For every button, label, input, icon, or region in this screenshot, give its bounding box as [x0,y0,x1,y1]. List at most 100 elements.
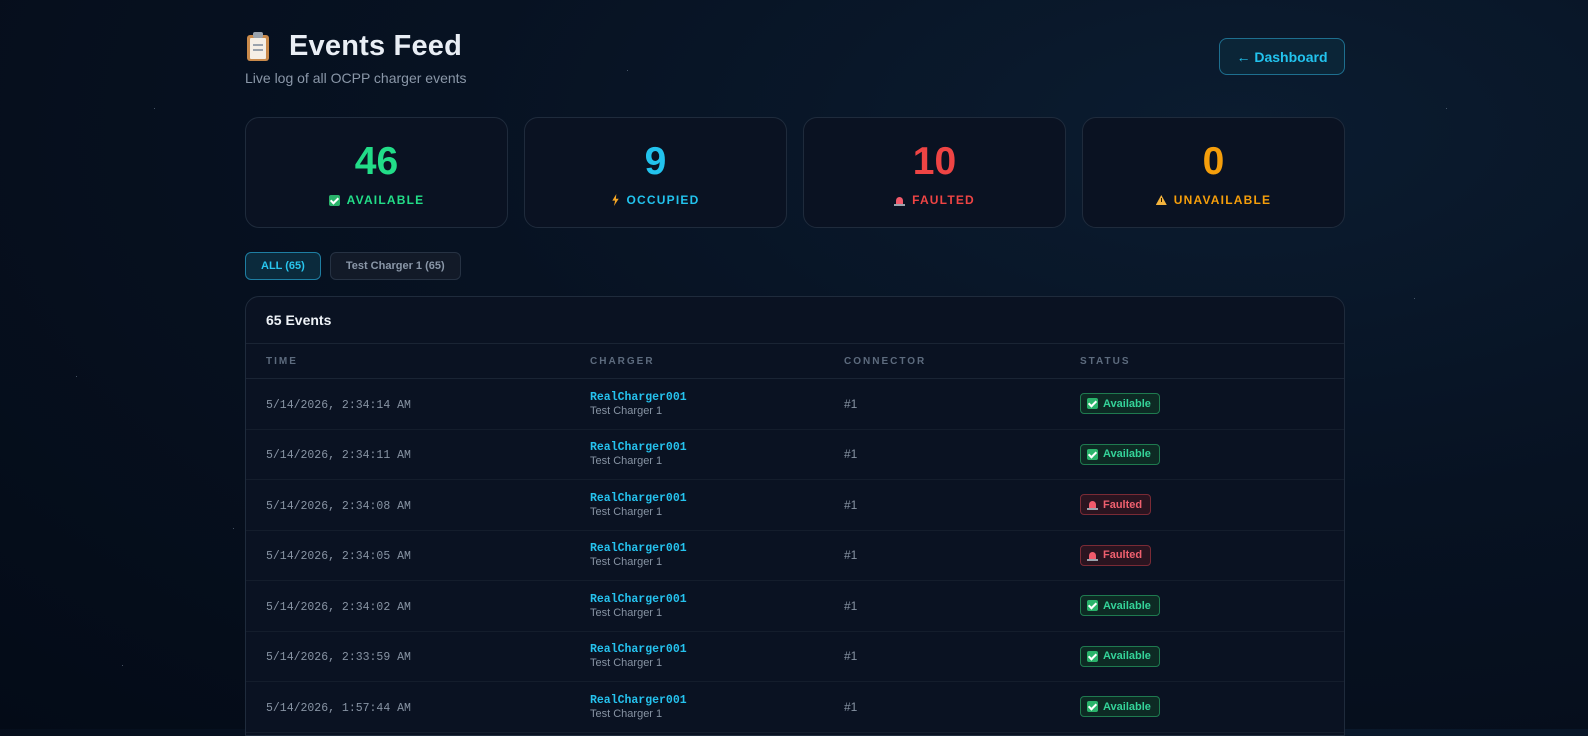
connector-text: #1 [844,497,858,512]
charger-id-link[interactable]: RealCharger001 [590,694,844,707]
title-row: Events Feed [245,30,462,63]
event-time-text: 5/14/2026, 2:34:08 AM [266,499,411,513]
background-star [122,665,123,666]
event-time: 5/14/2026, 1:57:44 AM [246,698,590,716]
siren-icon [1087,550,1098,561]
event-connector: #1 [844,546,1080,564]
background-star [1414,298,1415,299]
stat-card-faulted: 10 FAULTED [803,117,1066,228]
table-row: 5/14/2026, 2:34:14 AM RealCharger001 Test … [246,379,1344,430]
page-title: Events Feed [289,30,463,62]
column-header-connector: CONNECTOR [844,355,927,367]
charger-id-link[interactable]: RealCharger001 [590,643,844,656]
event-connector: #1 [844,395,1080,413]
status-badge: Faulted [1080,544,1152,566]
event-status: Available [1080,645,1344,667]
event-time-text: 5/14/2026, 2:34:02 AM [266,600,411,614]
charger-id-link[interactable]: RealCharger001 [590,542,844,555]
events-page: Events Feed Live log of all OCPP charger… [245,0,1345,736]
filter-tab-all[interactable]: ALL (65) [245,252,321,280]
events-count-title: 65 Events [246,297,1344,344]
stat-card-unavailable: 0 UNAVAILABLE [1082,117,1345,228]
stat-label: AVAILABLE [346,193,425,207]
bolt-icon [612,194,619,206]
table-header: TIME CHARGER CONNECTOR STATUS [246,344,1344,379]
column-header-charger: CHARGER [590,355,655,367]
charger-name: Test Charger 1 [590,657,663,670]
table-row: 5/14/2026, 2:34:08 AM RealCharger001 Test … [246,480,1344,531]
charger-name: Test Charger 1 [590,707,663,720]
stat-value: 9 [644,140,667,183]
stat-label-row: AVAILABLE [328,193,425,207]
event-status: Available [1080,443,1344,465]
filter-tab-test-charger-1[interactable]: Test Charger 1 (65) [329,252,461,280]
status-text: Faulted [1103,498,1143,511]
event-charger: RealCharger001 Test Charger 1 [590,441,844,467]
stat-label-row: UNAVAILABLE [1155,193,1272,207]
status-badge: Available [1080,595,1160,617]
clipboard-icon [245,31,271,62]
event-charger: RealCharger001 Test Charger 1 [590,391,844,417]
check-icon [1087,701,1098,713]
background-star [1446,108,1447,109]
table-row: 5/14/2026, 2:34:11 AM RealCharger001 Test … [246,430,1344,480]
event-time-text: 5/14/2026, 2:34:14 AM [266,398,411,412]
event-time: 5/14/2026, 2:33:59 AM [246,647,590,665]
check-icon [328,194,340,206]
charger-id-link[interactable]: RealCharger001 [590,441,844,454]
event-connector: #1 [844,445,1080,463]
check-icon [1087,398,1098,410]
charger-name: Test Charger 1 [590,606,663,619]
status-text: Available [1103,599,1151,612]
event-status: Available [1080,595,1344,617]
charger-id-link[interactable]: RealCharger001 [590,593,844,606]
stat-label-row: OCCUPIED [612,193,700,207]
event-time: 5/14/2026, 2:34:05 AM [246,546,590,564]
status-badge: Available [1080,645,1160,667]
siren-icon [1087,499,1098,511]
connector-text: #1 [844,598,858,613]
background-star [154,108,155,109]
stat-label: OCCUPIED [626,193,700,207]
event-connector: #1 [844,698,1080,716]
event-time: 5/14/2026, 2:34:02 AM [246,597,590,615]
event-time: 5/14/2026, 2:34:08 AM [246,496,590,514]
check-icon [1087,600,1098,612]
filter-tabs: ALL (65) Test Charger 1 (65) [245,252,1345,280]
background-star [233,528,234,529]
event-time-text: 5/14/2026, 2:33:59 AM [266,651,411,665]
page-header: Events Feed Live log of all OCPP charger… [245,0,1345,117]
stat-value: 10 [912,140,957,183]
charger-id-link[interactable]: RealCharger001 [590,492,844,505]
event-time-text: 5/14/2026, 2:34:05 AM [266,550,411,564]
charger-name: Test Charger 1 [590,404,663,417]
warning-icon [1155,195,1167,205]
dashboard-button[interactable]: ← Dashboard [1219,38,1345,75]
stat-label: UNAVAILABLE [1173,193,1272,207]
stat-card-occupied: 9 OCCUPIED [524,117,787,228]
event-charger: RealCharger001 Test Charger 1 [590,694,844,720]
page-subtitle: Live log of all OCPP charger events [245,70,467,86]
connector-text: #1 [844,649,858,664]
event-charger: RealCharger001 Test Charger 1 [590,492,844,518]
charger-name: Test Charger 1 [590,505,663,518]
connector-text: #1 [844,447,858,462]
event-connector: #1 [844,647,1080,665]
check-icon [1087,448,1098,460]
siren-icon [894,195,906,206]
status-badge: Available [1080,696,1160,718]
stat-label-row: FAULTED [894,193,975,207]
table-row: 5/14/2026, 1:57:44 AM RealCharger001 Test … [246,682,1344,733]
connector-text: #1 [844,699,858,714]
event-status: Available [1080,696,1344,718]
stat-value: 0 [1202,140,1225,183]
column-header-status: STATUS [1080,355,1131,367]
status-badge: Available [1080,443,1160,465]
status-text: Faulted [1103,549,1143,562]
event-time: 5/14/2026, 2:34:11 AM [246,445,590,463]
stat-card-available: 46 AVAILABLE [245,117,508,228]
events-table-panel: 65 Events TIME CHARGER CONNECTOR STATUS … [245,296,1345,736]
charger-id-link[interactable]: RealCharger001 [590,391,844,404]
event-charger: RealCharger001 Test Charger 1 [590,542,844,568]
connector-text: #1 [844,548,858,563]
